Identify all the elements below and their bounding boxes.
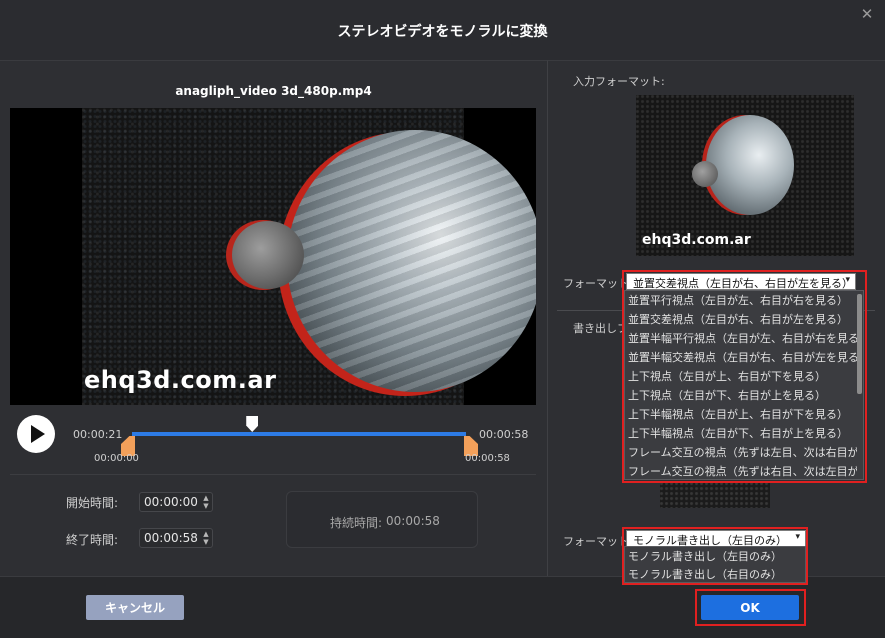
start-time-label: 開始時間:: [66, 496, 119, 510]
dropdown-option[interactable]: モノラル書き出し（右目のみ）: [625, 566, 803, 582]
input-format-label: 入力フォーマット:: [573, 75, 665, 88]
output-thumbnail-partial: [660, 482, 770, 508]
start-time-spinner[interactable]: ▲ ▼: [202, 494, 210, 510]
total-time: 00:00:58: [479, 428, 529, 441]
play-icon[interactable]: [17, 415, 55, 453]
cancel-button[interactable]: キャンセル: [86, 595, 184, 620]
start-time-value: 00:00:00: [144, 495, 198, 509]
output-format-dropdown: モノラル書き出し（左目のみ） モノラル書き出し（右目のみ）: [624, 546, 806, 583]
moon-image: [232, 221, 304, 289]
dropdown-option[interactable]: 並置半幅平行視点（左目が左、右目が右を見る）: [625, 330, 857, 346]
dialog-titlebar: ステレオビデオをモノラルに変換 ✕: [0, 0, 885, 60]
spin-up-icon[interactable]: ▲: [202, 494, 210, 502]
ok-button[interactable]: OK: [701, 595, 799, 620]
dropdown-option[interactable]: 並置半幅交差視点（左目が右、右目が左を見る）: [625, 349, 857, 365]
thumb-watermark: ehq3d.com.ar: [642, 232, 751, 248]
dropdown-option[interactable]: 上下半幅視点（左目が上、右目が下を見る）: [625, 406, 857, 422]
spin-up-icon[interactable]: ▲: [202, 530, 210, 538]
input-format-select[interactable]: 並置交差視点（左目が右、右目が左を見る） ▾: [626, 273, 856, 290]
current-time: 00:00:21: [73, 428, 123, 441]
start-time-input[interactable]: 00:00:00 ▲ ▼: [139, 492, 213, 512]
thumb-moon: [692, 161, 718, 187]
dropdown-option[interactable]: モノラル書き出し（左目のみ）: [625, 548, 803, 564]
output-format-select-label: フォーマット:: [563, 535, 633, 548]
video-watermark: ehq3d.com.ar: [84, 366, 277, 394]
duration-label: 持続時間:: [330, 516, 383, 530]
chevron-down-icon: ▾: [795, 532, 800, 542]
spin-down-icon[interactable]: ▼: [202, 502, 210, 510]
dropdown-option[interactable]: 上下半幅視点（左目が下、右目が上を見る）: [625, 425, 857, 441]
timeline-track[interactable]: [132, 432, 466, 436]
duration-value: 00:00:58: [386, 514, 440, 528]
end-time-value: 00:00:58: [144, 531, 198, 545]
dropdown-option[interactable]: 並置平行視点（左目が左、右目が右を見る）: [625, 292, 857, 308]
divider: [10, 474, 536, 475]
close-icon[interactable]: ✕: [859, 6, 875, 22]
input-format-dropdown: 並置平行視点（左目が左、右目が右を見る） 並置交差視点（左目が右、右目が左を見る…: [624, 290, 864, 480]
video-filename: anagliph_video 3d_480p.mp4: [175, 84, 372, 98]
trim-start-time: 00:00:00: [94, 453, 139, 464]
planet-bands: [287, 130, 536, 392]
dropdown-option[interactable]: 並置交差視点（左目が右、右目が左を見る）: [625, 311, 857, 327]
input-format-select-label: フォーマット:: [563, 277, 633, 290]
trim-end-time: 00:00:58: [465, 453, 510, 464]
dropdown-option[interactable]: 上下視点（左目が上、右目が下を見る）: [625, 368, 857, 384]
end-time-spinner[interactable]: ▲ ▼: [202, 530, 210, 546]
dialog-title: ステレオビデオをモノラルに変換: [337, 24, 548, 40]
output-settings-label: 書き出しフ: [573, 322, 628, 335]
dropdown-option[interactable]: フレーム交互の視点（先ずは右目、次は左目が…: [625, 463, 857, 479]
output-format-select[interactable]: モノラル書き出し（左目のみ） ▾: [626, 530, 806, 547]
video-frame: [82, 108, 536, 405]
thumb-planet: [706, 115, 794, 215]
video-preview[interactable]: ehq3d.com.ar: [10, 108, 536, 405]
dropdown-option[interactable]: 上下視点（左目が下、右目が上を見る）: [625, 387, 857, 403]
dropdown-option[interactable]: フレーム交互の視点（先ずは左目、次は右目が…: [625, 444, 857, 460]
chevron-down-icon: ▾: [845, 275, 850, 285]
spin-down-icon[interactable]: ▼: [202, 538, 210, 546]
end-time-input[interactable]: 00:00:58 ▲ ▼: [139, 528, 213, 548]
input-format-selected: 並置交差視点（左目が右、右目が左を見る）: [633, 277, 853, 290]
input-thumbnail: ehq3d.com.ar: [636, 95, 854, 256]
end-time-label: 終了時間:: [66, 533, 119, 547]
dropdown-scrollbar[interactable]: [857, 294, 862, 394]
